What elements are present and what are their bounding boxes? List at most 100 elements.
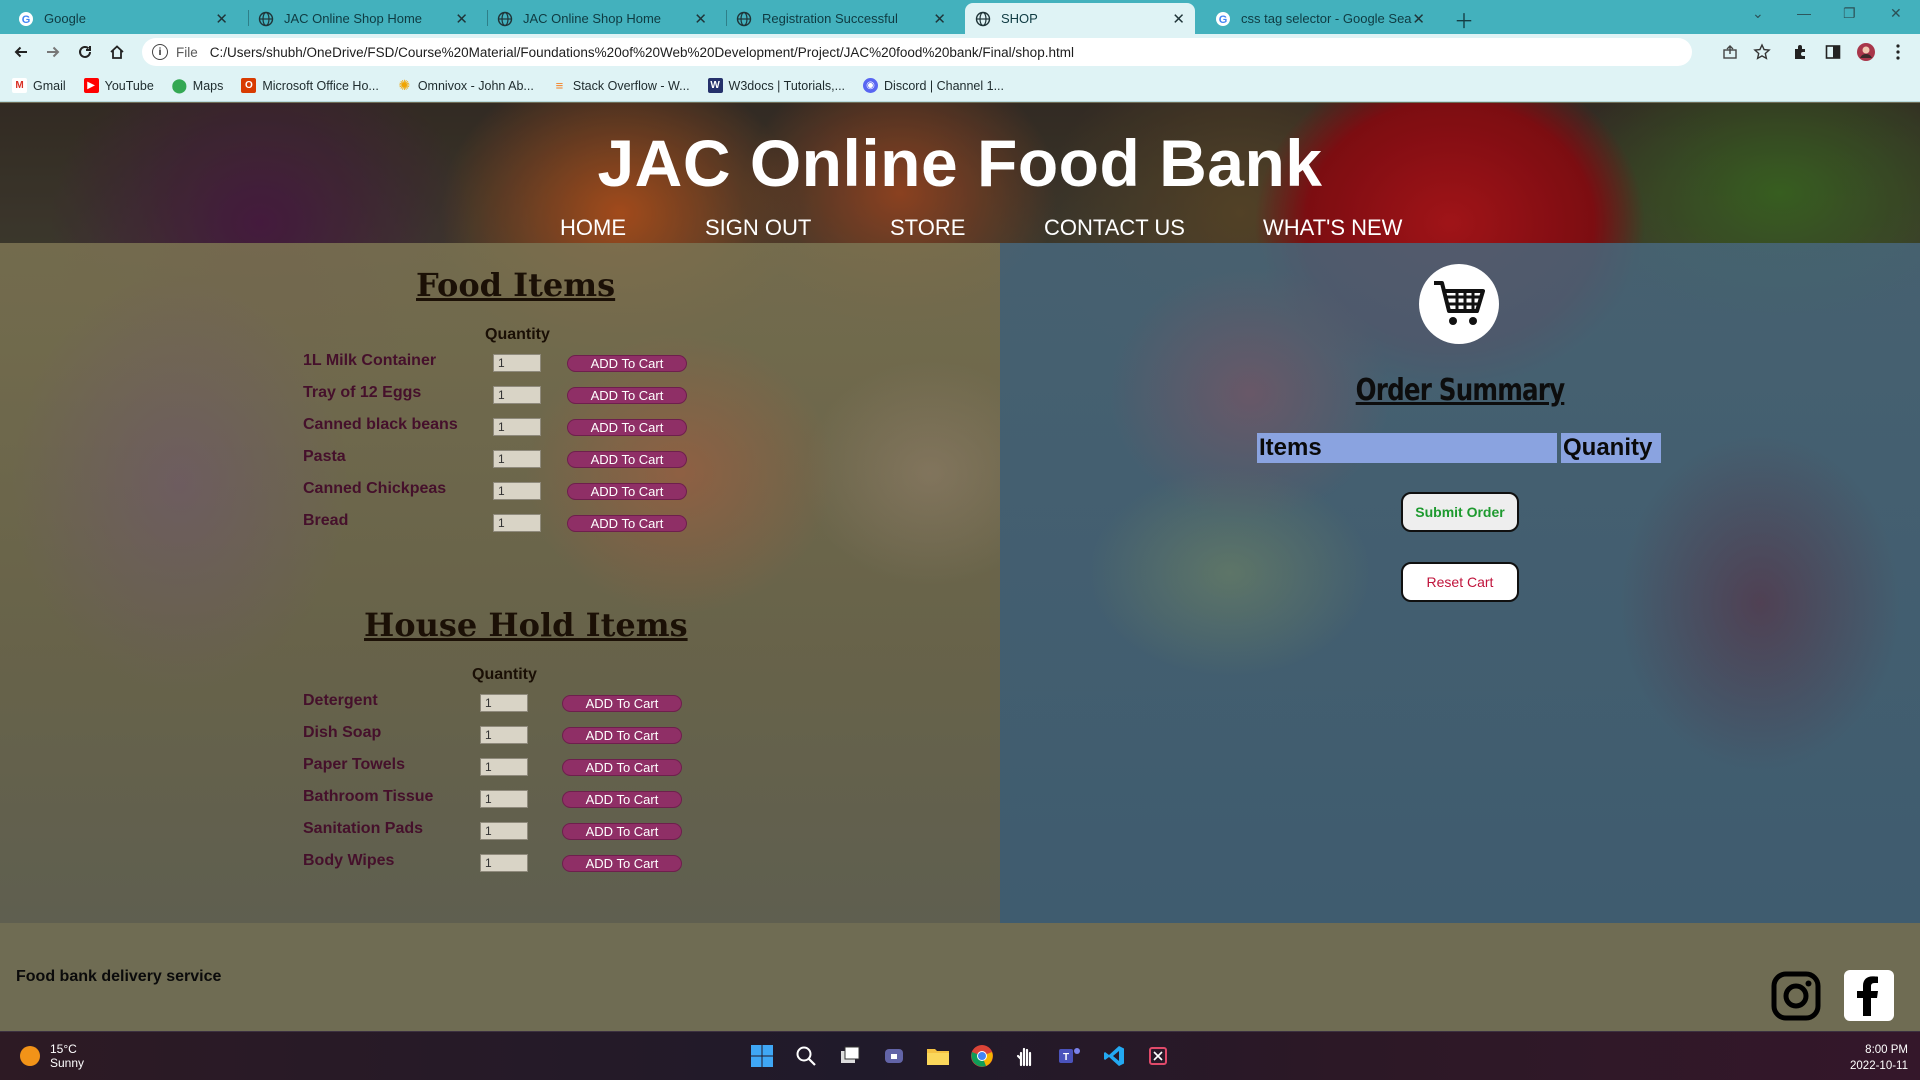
- search-icon[interactable]: [792, 1042, 820, 1070]
- arrow-right-icon: [47, 46, 60, 58]
- item-name: Bread: [303, 512, 349, 529]
- quantity-input[interactable]: [480, 854, 528, 872]
- minimize-button[interactable]: —: [1797, 5, 1811, 21]
- close-icon[interactable]: ✕: [694, 10, 707, 28]
- tab-css-search[interactable]: G css tag selector - Google Search ✕: [1205, 3, 1435, 34]
- bookmark-label: W3docs | Tutorials,...: [728, 78, 846, 93]
- chrome-icon[interactable]: [968, 1042, 996, 1070]
- gesture-app-icon[interactable]: [1012, 1042, 1040, 1070]
- windows-start-icon[interactable]: [748, 1042, 776, 1070]
- bookmark-stackoverflow[interactable]: ≡ Stack Overflow - W...: [552, 78, 690, 93]
- close-icon[interactable]: ✕: [215, 10, 228, 28]
- bookmark-gmail[interactable]: M Gmail: [12, 78, 66, 93]
- nav-contact-us[interactable]: CONTACT US: [1044, 215, 1185, 241]
- bookmark-omnivox[interactable]: ✺ Omnivox - John Ab...: [397, 77, 533, 93]
- tab-jac-home-2[interactable]: JAC Online Shop Home ✕: [487, 3, 717, 34]
- bookmark-w3docs[interactable]: W W3docs | Tutorials,...: [707, 78, 846, 93]
- task-view-icon[interactable]: [836, 1042, 864, 1070]
- close-icon[interactable]: ✕: [455, 10, 468, 28]
- add-to-cart-button[interactable]: ADD To Cart: [562, 695, 682, 712]
- add-to-cart-button[interactable]: ADD To Cart: [562, 823, 682, 840]
- add-to-cart-button[interactable]: ADD To Cart: [567, 387, 687, 404]
- quantity-input[interactable]: [480, 790, 528, 808]
- close-icon[interactable]: ✕: [1172, 10, 1185, 28]
- nav-whats-new[interactable]: WHAT'S NEW: [1263, 215, 1402, 241]
- tab-search-icon[interactable]: ⌄: [1752, 5, 1764, 22]
- close-icon[interactable]: ✕: [933, 10, 946, 28]
- household-quantity-header: Quantity: [472, 666, 537, 683]
- quantity-input[interactable]: [493, 450, 541, 468]
- address-bar[interactable]: i File C:/Users/shubh/OneDrive/FSD/Cours…: [142, 38, 1692, 66]
- add-to-cart-button[interactable]: ADD To Cart: [567, 355, 687, 372]
- avatar[interactable]: [1856, 42, 1876, 62]
- add-to-cart-button[interactable]: ADD To Cart: [567, 451, 687, 468]
- vscode-icon[interactable]: [1100, 1042, 1128, 1070]
- extensions-icon[interactable]: [1790, 42, 1810, 62]
- weather-widget[interactable]: 15°C Sunny: [20, 1042, 84, 1070]
- home-button[interactable]: [106, 41, 128, 63]
- tab-shop[interactable]: SHOP ✕: [965, 3, 1195, 34]
- snipping-tool-icon[interactable]: [1144, 1042, 1172, 1070]
- nav-home[interactable]: HOME: [560, 215, 626, 241]
- quantity-input[interactable]: [480, 726, 528, 744]
- item-name: 1L Milk Container: [303, 352, 437, 369]
- tab-google[interactable]: G Google ✕: [8, 3, 238, 34]
- add-to-cart-button[interactable]: ADD To Cart: [562, 727, 682, 744]
- bookmark-star-icon[interactable]: [1752, 42, 1772, 62]
- bookmark-office[interactable]: O Microsoft Office Ho...: [241, 78, 379, 93]
- close-icon[interactable]: ✕: [1412, 10, 1425, 28]
- url-text[interactable]: C:/Users/shubh/OneDrive/FSD/Course%20Mat…: [210, 45, 1074, 60]
- tab-title: css tag selector - Google Search: [1241, 11, 1413, 26]
- menu-kebab-icon[interactable]: [1888, 42, 1908, 62]
- quantity-input[interactable]: [480, 694, 528, 712]
- file-explorer-icon[interactable]: [924, 1042, 952, 1070]
- new-tab-button[interactable]: ＋: [1454, 5, 1474, 34]
- teams-chat-icon[interactable]: [880, 1042, 908, 1070]
- quantity-input[interactable]: [493, 514, 541, 532]
- os-taskbar: 15°C Sunny T 8:00 PM 2022-10-11: [0, 1031, 1920, 1080]
- info-icon[interactable]: i: [152, 44, 168, 60]
- add-to-cart-button[interactable]: ADD To Cart: [567, 419, 687, 436]
- household-item-row: Bathroom Tissue ADD To Cart: [303, 788, 703, 810]
- add-to-cart-button[interactable]: ADD To Cart: [567, 483, 687, 500]
- reset-cart-button[interactable]: Reset Cart: [1401, 562, 1519, 602]
- window-close-button[interactable]: ✕: [1890, 5, 1902, 22]
- instagram-icon[interactable]: [1771, 971, 1821, 1021]
- nav-sign-out[interactable]: SIGN OUT: [705, 215, 811, 241]
- reload-button[interactable]: [74, 41, 96, 63]
- stackoverflow-icon: ≡: [555, 78, 564, 93]
- add-to-cart-button[interactable]: ADD To Cart: [562, 855, 682, 872]
- side-panel-icon[interactable]: [1823, 42, 1843, 62]
- bookmark-label: Discord | Channel 1...: [884, 78, 1005, 93]
- bookmark-maps[interactable]: ⬤ Maps: [171, 77, 223, 93]
- teams-icon[interactable]: T: [1056, 1042, 1084, 1070]
- discord-icon: ◉: [863, 78, 879, 93]
- item-name: Pasta: [303, 448, 346, 465]
- submit-order-button[interactable]: Submit Order: [1401, 492, 1519, 532]
- tab-registration[interactable]: Registration Successful ✕: [726, 3, 956, 34]
- tab-title: Registration Successful: [762, 11, 898, 26]
- back-button[interactable]: [10, 41, 32, 63]
- forward-button[interactable]: [42, 41, 64, 63]
- nav-store[interactable]: STORE: [890, 215, 965, 241]
- quantity-input[interactable]: [493, 482, 541, 500]
- quantity-input[interactable]: [493, 386, 541, 404]
- restore-button[interactable]: ❐: [1843, 5, 1856, 22]
- quantity-input[interactable]: [493, 354, 541, 372]
- food-item-row: Canned black beans ADD To Cart: [303, 416, 703, 438]
- add-to-cart-button[interactable]: ADD To Cart: [562, 791, 682, 808]
- add-to-cart-button[interactable]: ADD To Cart: [567, 515, 687, 532]
- tab-strip: G Google ✕ JAC Online Shop Home ✕ JAC On…: [0, 0, 1920, 34]
- svg-text:G: G: [1219, 14, 1228, 26]
- quantity-input[interactable]: [480, 758, 528, 776]
- bookmark-youtube[interactable]: ▶ YouTube: [83, 78, 154, 93]
- add-to-cart-button[interactable]: ADD To Cart: [562, 759, 682, 776]
- system-clock[interactable]: 8:00 PM 2022-10-11: [1850, 1042, 1908, 1074]
- globe-icon: [975, 11, 991, 26]
- tab-jac-home-1[interactable]: JAC Online Shop Home ✕: [248, 3, 478, 34]
- facebook-icon[interactable]: [1844, 970, 1894, 1021]
- bookmark-discord[interactable]: ◉ Discord | Channel 1...: [863, 78, 1004, 93]
- share-icon[interactable]: [1720, 42, 1740, 62]
- quantity-input[interactable]: [480, 822, 528, 840]
- quantity-input[interactable]: [493, 418, 541, 436]
